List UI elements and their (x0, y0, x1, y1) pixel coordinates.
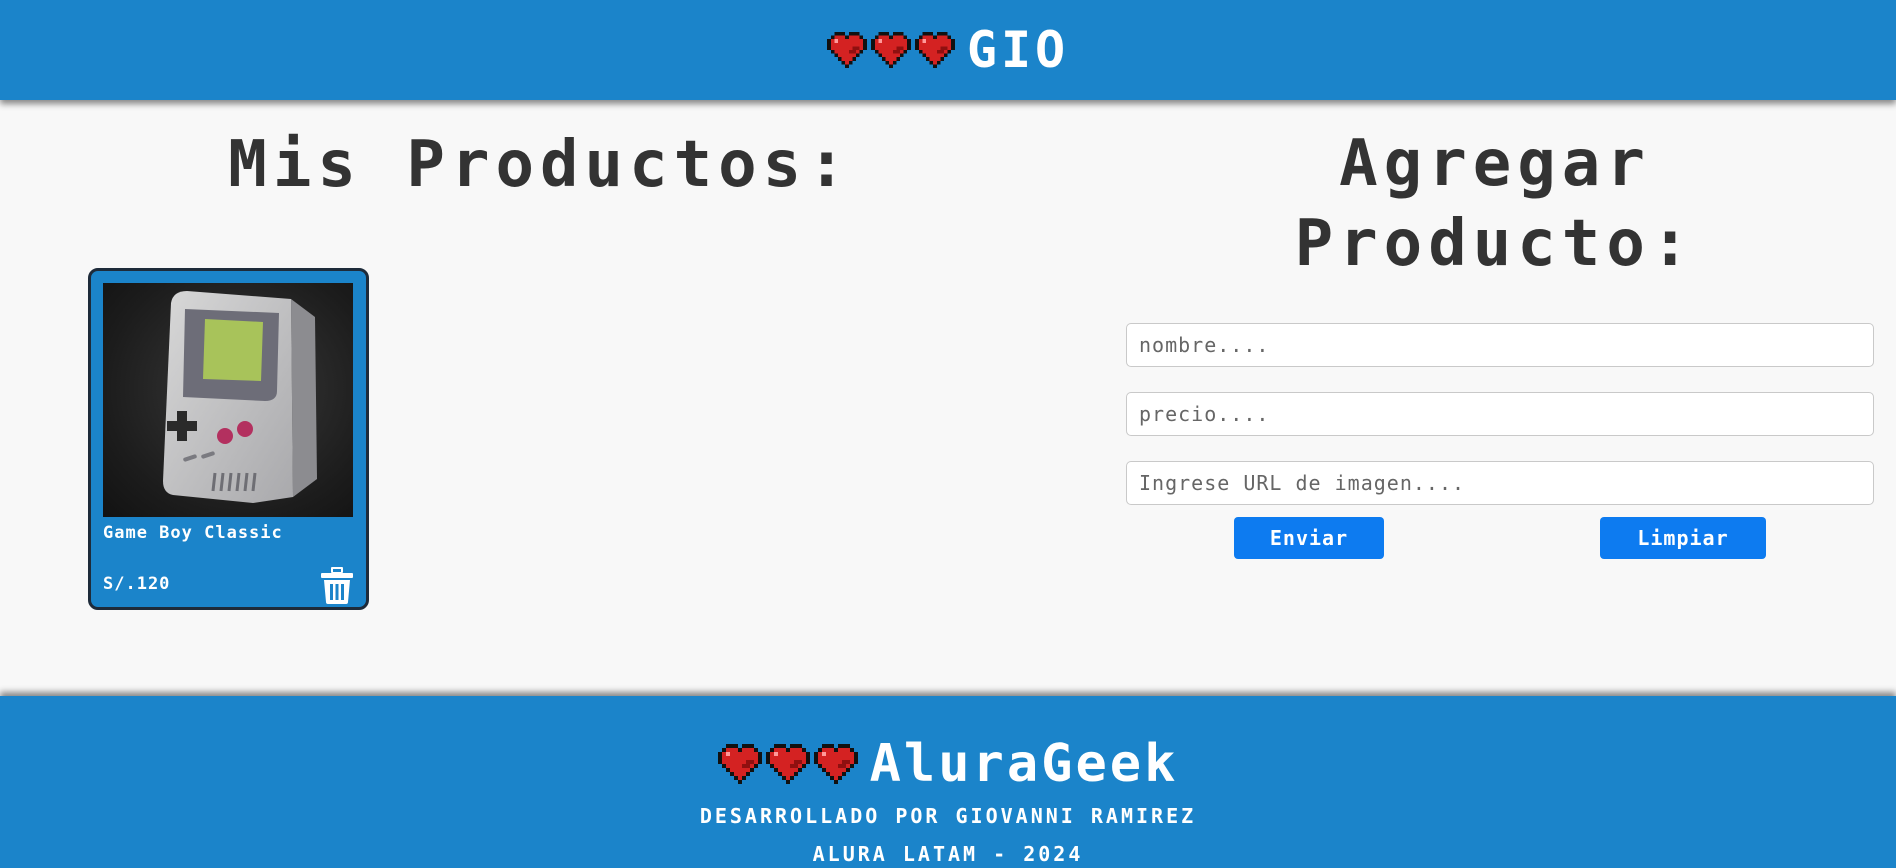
header-brand[interactable]: GIO (827, 21, 1069, 79)
pixel-heart-icon (766, 744, 810, 784)
form-title-line1: Agregar (1339, 127, 1651, 201)
product-image (103, 283, 353, 517)
pixel-heart-icon (871, 32, 911, 68)
footer-credit: DESARROLLADO POR GIOVANNI RAMIREZ (699, 804, 1197, 828)
pixel-heart-icon (915, 32, 955, 68)
product-card: Game Boy Classic S/.120 (88, 268, 369, 610)
footer-brand: AluraGeek (0, 734, 1896, 794)
gameboy-image (163, 291, 317, 503)
pixel-heart-icon (718, 744, 762, 784)
pixel-heart-icon (814, 744, 858, 784)
site-header: GIO (0, 0, 1896, 100)
footer-brand-text: AluraGeek (869, 734, 1179, 794)
form-title-line2: Producto: (1294, 207, 1696, 281)
site-footer: AluraGeek DESARROLLADO POR GIOVANNI RAMI… (0, 696, 1896, 868)
hearts-group (718, 744, 862, 784)
form-title: Agregar Producto: (1240, 124, 1750, 284)
product-price: S/.120 (103, 574, 171, 594)
image-url-input[interactable] (1126, 461, 1874, 505)
submit-button[interactable]: Enviar (1234, 517, 1384, 559)
product-name: Game Boy Classic (103, 523, 283, 543)
hearts-group (827, 32, 959, 68)
footer-org: ALURA LATAM - 2024 (812, 842, 1084, 866)
header-brand-text: GIO (966, 21, 1070, 79)
products-title: Mis Productos: (228, 128, 852, 202)
name-input[interactable] (1126, 323, 1874, 367)
main-content: Mis Productos: Game Boy Classic S/.120 A… (0, 100, 1896, 696)
price-input[interactable] (1126, 392, 1874, 436)
pixel-heart-icon (827, 32, 867, 68)
trash-icon[interactable] (317, 565, 357, 605)
clear-button[interactable]: Limpiar (1600, 517, 1766, 559)
